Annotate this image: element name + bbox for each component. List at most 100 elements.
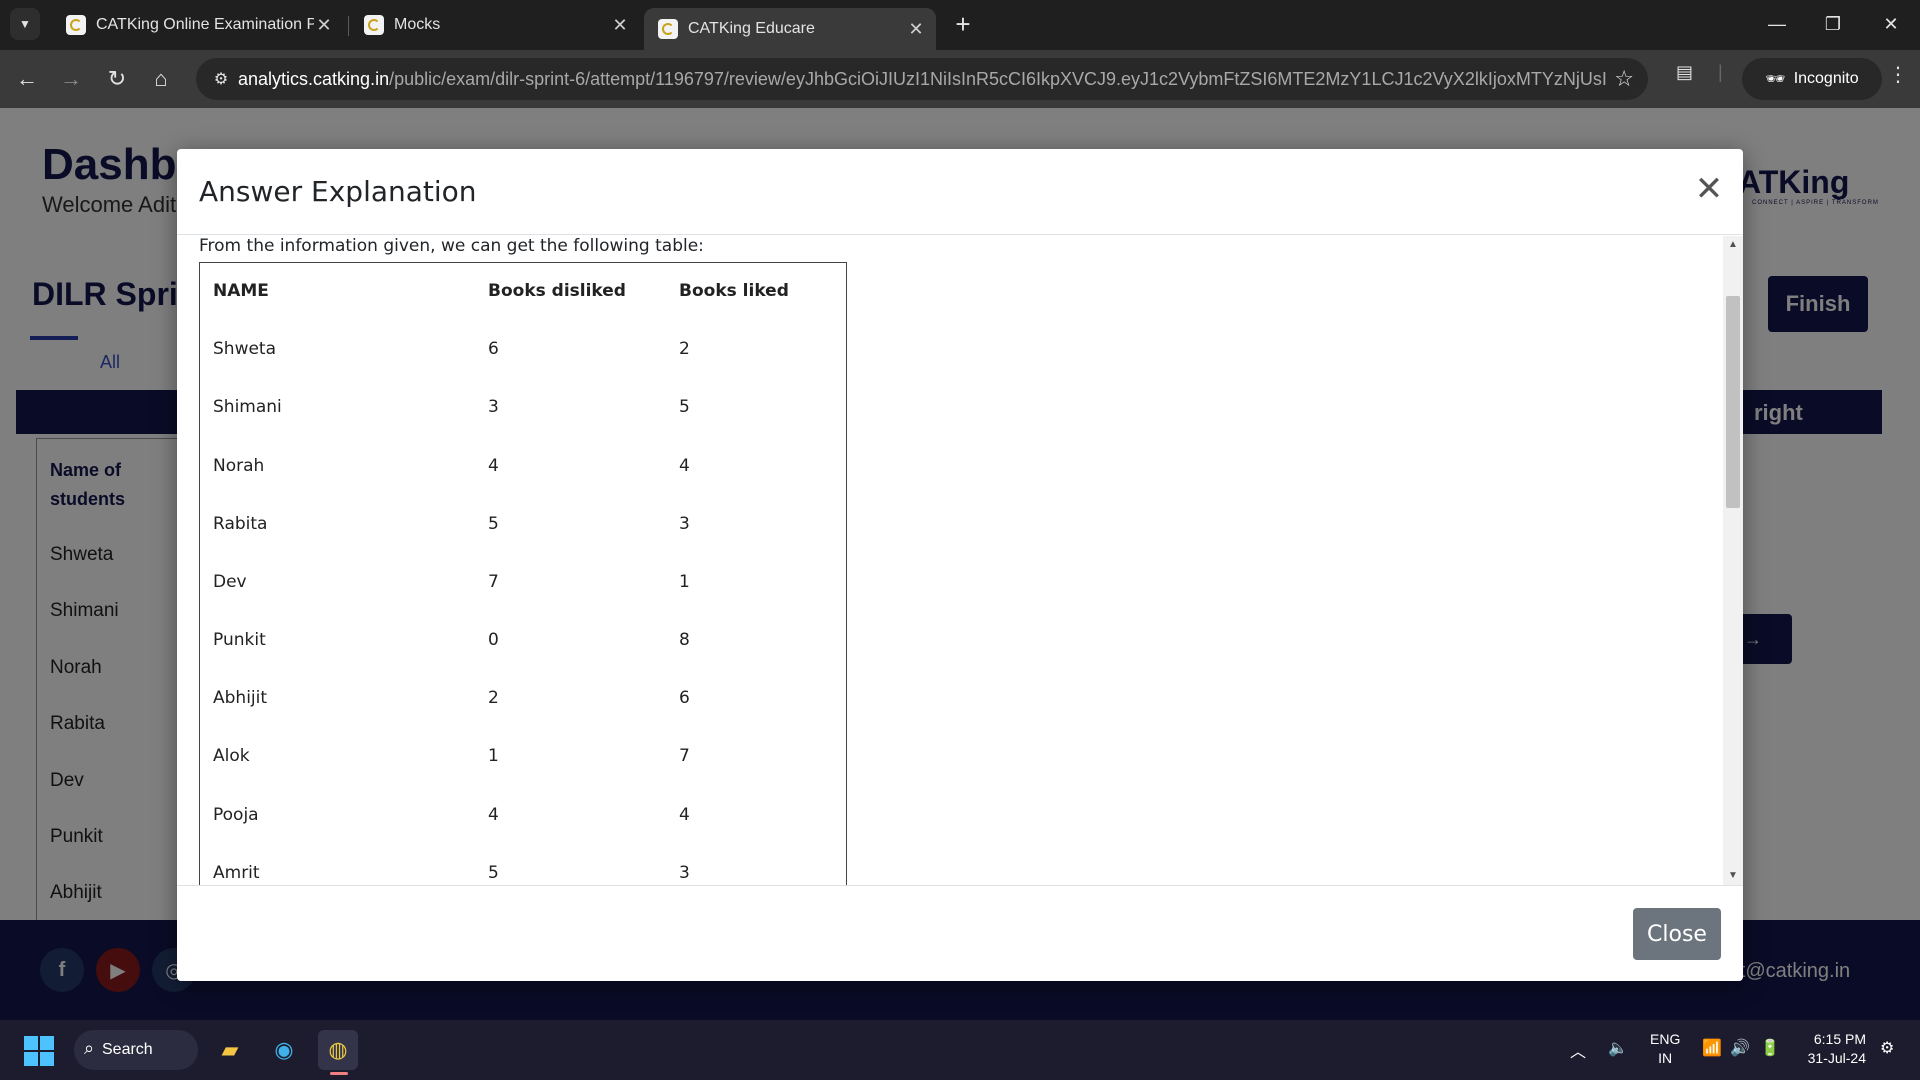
wifi-icon[interactable]: 📶 bbox=[1702, 1038, 1722, 1058]
home-icon[interactable]: ⌂ bbox=[144, 62, 178, 96]
lang-line1: ENG bbox=[1650, 1031, 1681, 1047]
incognito-label: Incognito bbox=[1793, 70, 1859, 87]
browser-tab-1[interactable]: CATKing Online Examination Pla ✕ bbox=[52, 8, 344, 42]
chevron-down-icon: ▼ bbox=[19, 17, 31, 31]
scroll-up-arrow-icon[interactable]: ▲ bbox=[1723, 236, 1743, 254]
url-text[interactable]: analytics.catking.in/public/exam/dilr-sp… bbox=[238, 69, 1608, 90]
catking-favicon-icon bbox=[364, 15, 384, 35]
system-clock[interactable]: 6:15 PM 31-Jul-24 bbox=[1794, 1030, 1866, 1068]
volume-icon[interactable]: 🔊 bbox=[1730, 1038, 1750, 1058]
cell-disliked: 2 bbox=[488, 688, 499, 708]
cell-disliked: 5 bbox=[488, 863, 499, 883]
clock-time: 6:15 PM bbox=[1813, 1031, 1866, 1047]
cell-disliked: 4 bbox=[488, 456, 499, 476]
explanation-intro: From the information given, we can get t… bbox=[199, 236, 704, 256]
restore-button[interactable]: ❐ bbox=[1808, 8, 1858, 40]
search-icon: ⌕ bbox=[84, 1038, 95, 1058]
language-indicator[interactable]: ENG IN bbox=[1650, 1030, 1680, 1068]
cell-name: Abhijit bbox=[213, 688, 268, 708]
cell-liked: 6 bbox=[679, 688, 690, 708]
cell-name: Rabita bbox=[213, 514, 268, 534]
cell-liked: 4 bbox=[679, 805, 690, 825]
browser-tab-2[interactable]: Mocks ✕ bbox=[350, 8, 640, 42]
file-explorer-icon[interactable]: ▰ bbox=[210, 1030, 250, 1070]
modal-footer: Close bbox=[177, 885, 1743, 981]
tab-title: CATKing Online Examination Pla bbox=[96, 16, 314, 33]
tray-chevron-up-icon[interactable]: ︿ bbox=[1570, 1038, 1586, 1062]
cell-disliked: 6 bbox=[488, 339, 499, 359]
cell-name: Norah bbox=[213, 456, 265, 476]
cell-disliked: 1 bbox=[488, 746, 499, 766]
tab-separator bbox=[348, 16, 349, 36]
bookmark-star-icon[interactable]: ☆ bbox=[1614, 66, 1634, 92]
cell-name: Shimani bbox=[213, 397, 282, 417]
close-tab-icon[interactable]: ✕ bbox=[610, 15, 630, 36]
accessibility-icon[interactable]: 🔈 bbox=[1608, 1038, 1628, 1058]
modal-scrollbar[interactable]: ▲ ▼ bbox=[1723, 236, 1743, 885]
browser-menu-icon[interactable]: ⋮ bbox=[1888, 62, 1908, 87]
cell-liked: 5 bbox=[679, 397, 690, 417]
scroll-down-arrow-icon[interactable]: ▼ bbox=[1723, 867, 1743, 885]
catking-favicon-icon bbox=[66, 15, 86, 35]
cell-liked: 2 bbox=[679, 339, 690, 359]
close-icon[interactable]: ✕ bbox=[1691, 171, 1727, 207]
cell-disliked: 7 bbox=[488, 572, 499, 592]
cell-liked: 4 bbox=[679, 456, 690, 476]
address-bar[interactable]: ⚙ analytics.catking.in/public/exam/dilr-… bbox=[196, 58, 1648, 100]
close-tab-icon[interactable]: ✕ bbox=[906, 19, 926, 40]
explanation-table: NAME Books disliked Books liked Shweta 6… bbox=[199, 262, 847, 885]
header-books-liked: Books liked bbox=[679, 281, 789, 301]
taskbar-search[interactable]: ⌕ Search bbox=[74, 1030, 198, 1070]
cell-name: Shweta bbox=[213, 339, 277, 359]
cell-liked: 8 bbox=[679, 630, 690, 650]
edge-browser-icon[interactable]: ◉ bbox=[264, 1030, 304, 1070]
url-host: analytics.catking.in bbox=[238, 68, 390, 89]
browser-tabstrip: ▼ CATKing Online Examination Pla ✕ Mocks… bbox=[0, 0, 1920, 50]
cell-name: Amrit bbox=[213, 863, 260, 883]
cell-liked: 1 bbox=[679, 572, 690, 592]
site-settings-icon[interactable]: ⚙ bbox=[204, 69, 238, 89]
tab-search-button[interactable]: ▼ bbox=[10, 8, 40, 40]
close-button[interactable]: Close bbox=[1633, 908, 1721, 960]
cell-name: Dev bbox=[213, 572, 247, 592]
close-tab-icon[interactable]: ✕ bbox=[314, 15, 334, 36]
forward-arrow-icon[interactable]: → bbox=[54, 62, 88, 96]
lang-line2: IN bbox=[1658, 1050, 1673, 1066]
catking-favicon-icon bbox=[658, 19, 678, 39]
cell-liked: 7 bbox=[679, 746, 690, 766]
browser-tab-3-active[interactable]: CATKing Educare ✕ bbox=[644, 8, 936, 50]
tab-title: CATKing Educare bbox=[688, 20, 815, 37]
new-tab-button[interactable]: + bbox=[948, 10, 978, 40]
toolbar-divider: | bbox=[1718, 62, 1723, 82]
tab-title: Mocks bbox=[394, 16, 441, 33]
back-arrow-icon[interactable]: ← bbox=[10, 62, 44, 96]
cell-disliked: 4 bbox=[488, 805, 499, 825]
battery-icon[interactable]: 🔋 bbox=[1760, 1038, 1780, 1058]
cell-liked: 3 bbox=[679, 514, 690, 534]
window-close-button[interactable]: ✕ bbox=[1866, 8, 1916, 40]
incognito-icon: 🕶 bbox=[1765, 71, 1786, 88]
modal-header: Answer Explanation ✕ bbox=[177, 149, 1743, 235]
reading-list-icon[interactable]: ▤ bbox=[1676, 62, 1693, 83]
modal-body[interactable]: From the information given, we can get t… bbox=[177, 236, 1743, 885]
cell-disliked: 5 bbox=[488, 514, 499, 534]
minimize-button[interactable]: — bbox=[1752, 8, 1802, 40]
cell-name: Alok bbox=[213, 746, 250, 766]
modal-title: Answer Explanation bbox=[199, 175, 477, 208]
clock-date: 31-Jul-24 bbox=[1807, 1050, 1866, 1066]
windows-taskbar: ⌕ Search ▰ ◉ ◍ ︿ 🔈 ENG IN 📶 🔊 🔋 6:15 PM … bbox=[0, 1020, 1920, 1080]
cell-disliked: 3 bbox=[488, 397, 499, 417]
answer-explanation-modal: Answer Explanation ✕ From the informatio… bbox=[177, 149, 1743, 981]
chrome-browser-icon[interactable]: ◍ bbox=[318, 1030, 358, 1070]
reload-icon[interactable]: ↻ bbox=[100, 62, 134, 96]
url-path: /public/exam/dilr-sprint-6/attempt/11967… bbox=[389, 68, 1608, 89]
header-books-disliked: Books disliked bbox=[488, 281, 626, 301]
incognito-badge[interactable]: 🕶 Incognito bbox=[1742, 58, 1882, 100]
header-name: NAME bbox=[213, 281, 269, 301]
notifications-icon[interactable]: ⚙ bbox=[1880, 1038, 1894, 1058]
browser-toolbar: ← → ↻ ⌂ ⚙ analytics.catking.in/public/ex… bbox=[0, 50, 1920, 108]
cell-liked: 3 bbox=[679, 863, 690, 883]
scrollbar-thumb[interactable] bbox=[1726, 296, 1740, 508]
windows-start-icon[interactable] bbox=[24, 1036, 54, 1066]
cell-name: Pooja bbox=[213, 805, 259, 825]
